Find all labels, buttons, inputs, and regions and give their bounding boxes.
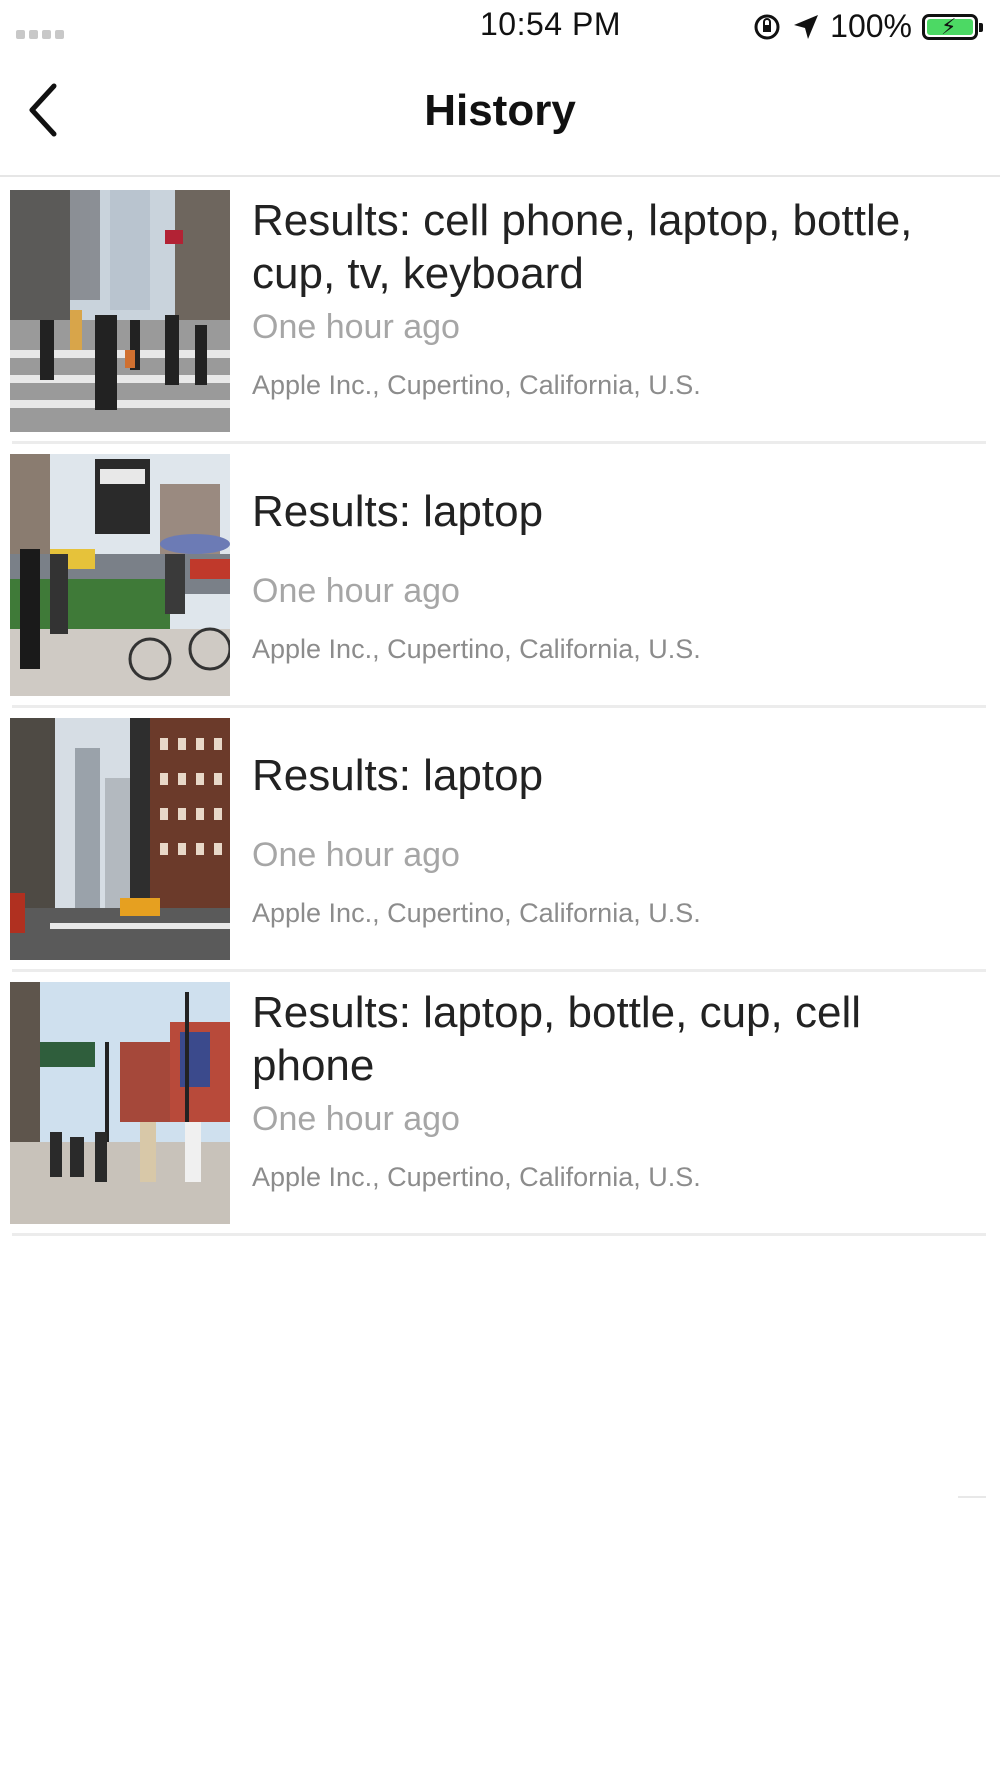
result-title: Results: laptop, bottle, cup, cell phone [252,988,861,1090]
result-location: Apple Inc., Cupertino, California, U.S. [252,634,701,664]
location-arrow-icon [794,14,819,39]
history-thumbnail [10,982,230,1224]
signal-dots-icon [16,30,64,39]
history-list: Results: cell phone, laptop, bottle, cup… [0,180,1000,1236]
result-title: Results: cell phone, laptop, bottle, cup… [252,196,913,298]
status-indicators: 100% ⚡ [752,8,983,45]
history-row[interactable]: Results: laptop One hour ago Apple Inc.,… [10,708,986,972]
status-bar: 10:54 PM 100% ⚡ [0,0,1000,52]
history-row[interactable]: Results: laptop, bottle, cup, cell phone… [10,972,986,1236]
battery-charging-icon: ⚡ [922,13,983,40]
page-title: History [424,86,576,135]
history-row[interactable]: Results: laptop One hour ago Apple Inc.,… [10,444,986,708]
result-location: Apple Inc., Cupertino, California, U.S. [252,898,701,928]
divider [958,1496,986,1498]
history-thumbnail [10,190,230,432]
orientation-lock-icon [754,14,780,39]
result-title: Results: laptop [252,486,544,536]
result-time: One hour ago [252,572,460,610]
result-location: Apple Inc., Cupertino, California, U.S. [252,1162,701,1192]
result-title: Results: laptop [252,750,544,800]
history-thumbnail [10,454,230,696]
result-time: One hour ago [252,1100,460,1138]
status-time: 10:54 PM [480,6,621,42]
nav-bar: History [0,52,1000,177]
result-time: One hour ago [252,836,460,874]
result-time: One hour ago [252,308,460,346]
history-thumbnail [10,718,230,960]
history-row[interactable]: Results: cell phone, laptop, bottle, cup… [10,180,986,444]
result-location: Apple Inc., Cupertino, California, U.S. [252,370,701,400]
battery-percent: 100% [830,8,912,44]
